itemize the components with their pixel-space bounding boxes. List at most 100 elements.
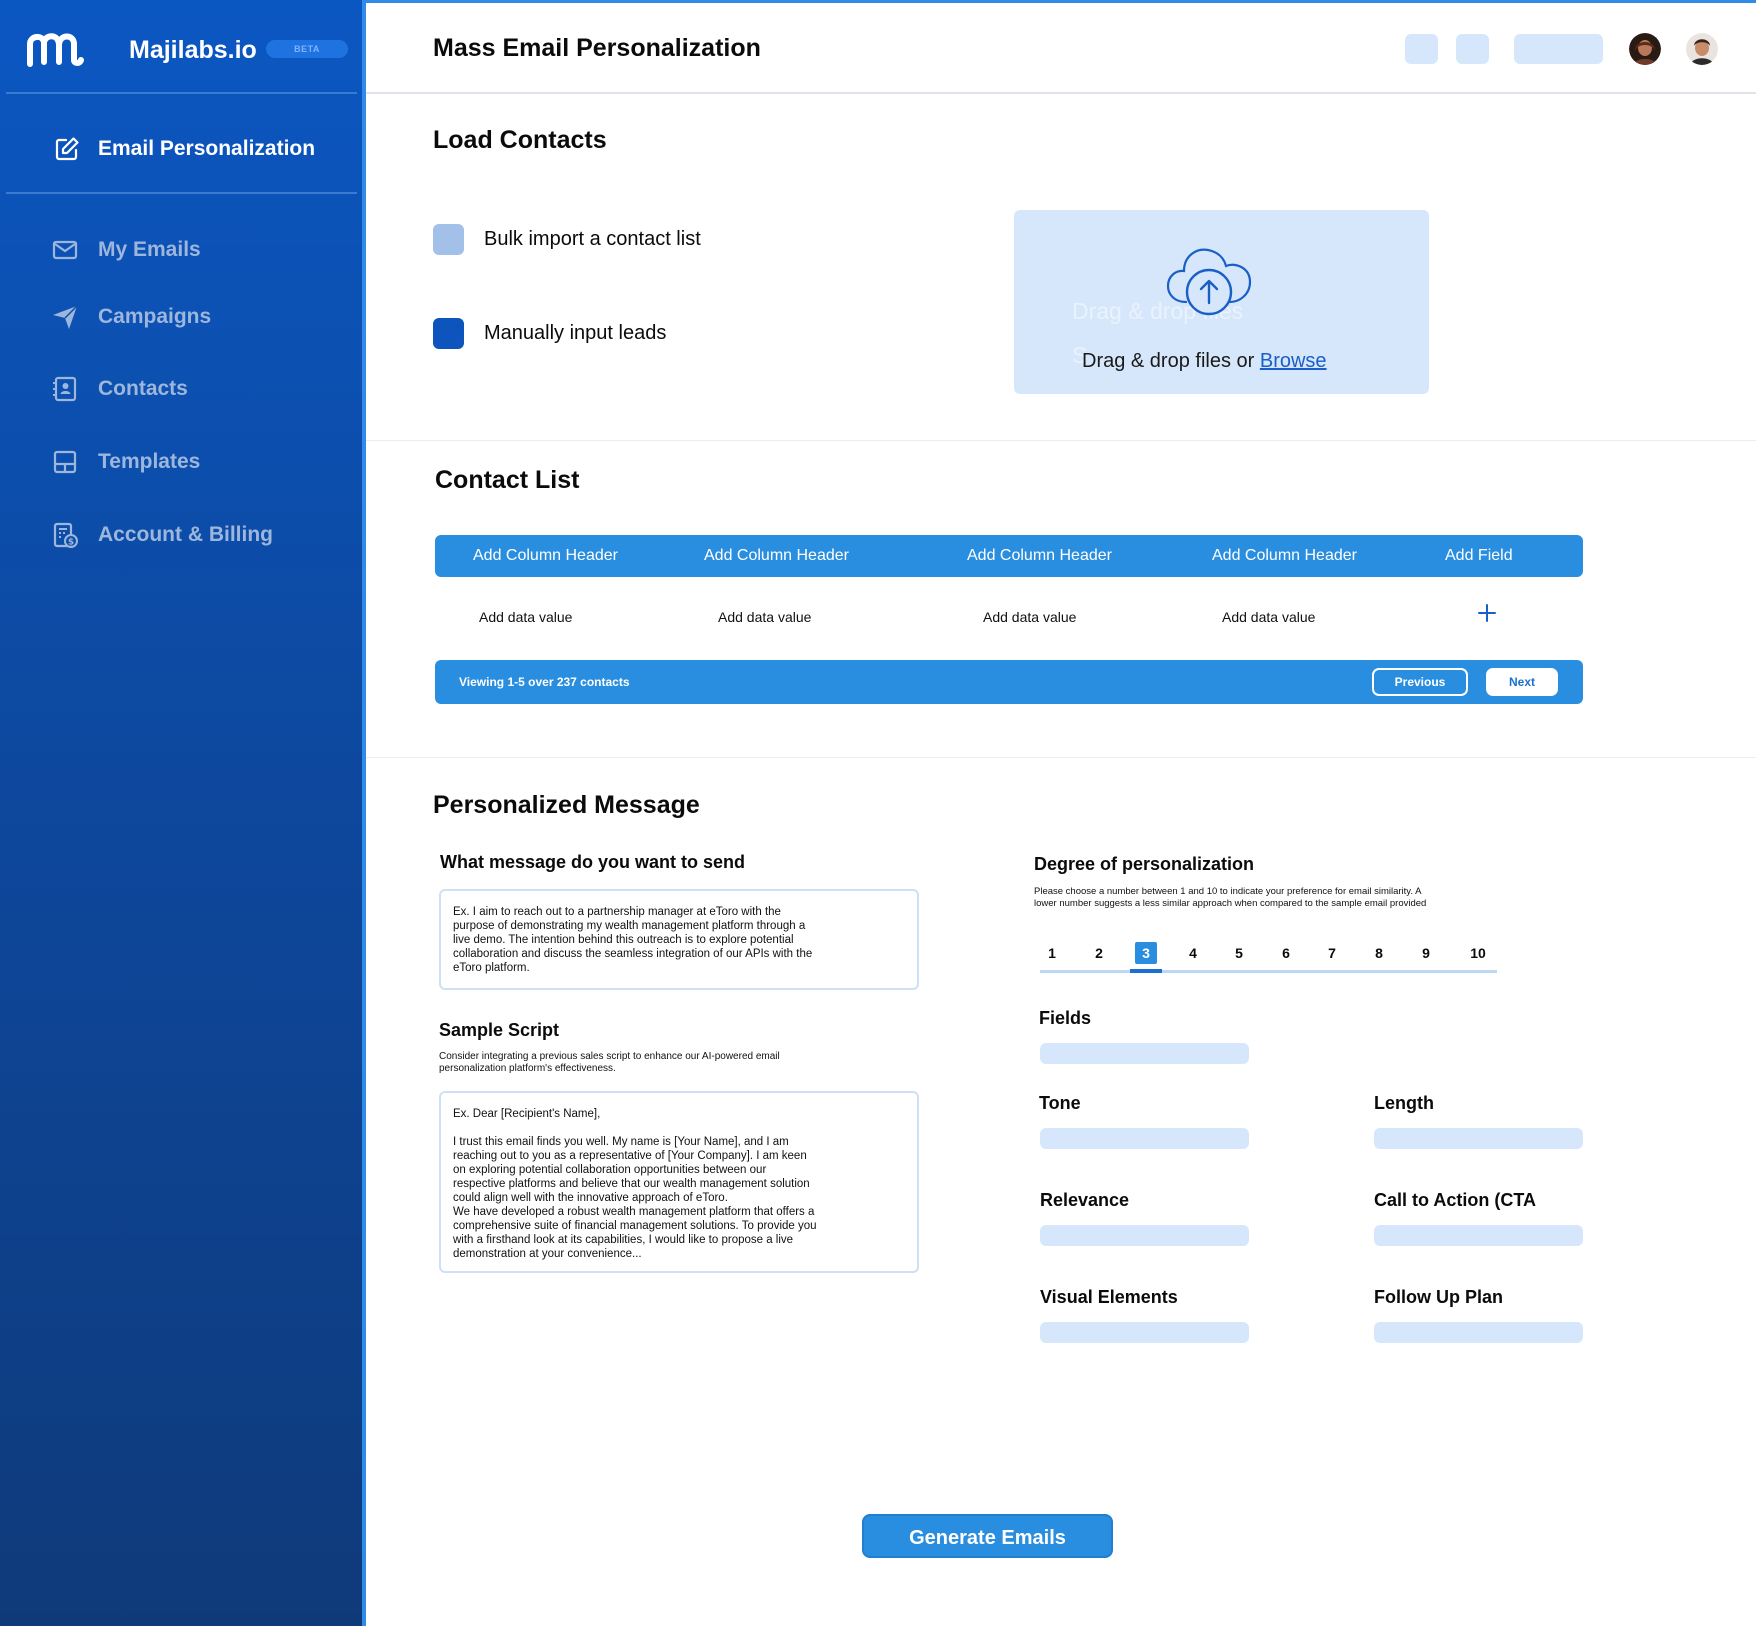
sidebar-divider	[6, 192, 357, 194]
option-checkbox[interactable]	[433, 318, 464, 349]
cloud-upload-icon	[1166, 248, 1252, 316]
relevance-select[interactable]	[1040, 1225, 1249, 1246]
column-header[interactable]: Add Column Header	[1212, 535, 1357, 577]
sidebar-item-account-billing[interactable]: $ Account & Billing	[52, 518, 273, 552]
column-header[interactable]: Add Column Header	[704, 535, 849, 577]
scale-option-3-selected[interactable]: 3	[1135, 942, 1157, 964]
table-cell[interactable]: Add data value	[983, 609, 1076, 625]
sample-script-textarea[interactable]: Ex. Dear [Recipient's Name], I trust thi…	[439, 1091, 919, 1273]
personalization-hint: Please choose a number between 1 and 10 …	[1034, 886, 1427, 909]
contact-table-header: Add Column Header Add Column Header Add …	[435, 535, 1583, 577]
tone-select[interactable]	[1040, 1128, 1249, 1149]
sidebar-item-label: Account & Billing	[98, 523, 273, 546]
sidebar-item-contacts[interactable]: Contacts	[52, 372, 188, 406]
relevance-label: Relevance	[1040, 1190, 1130, 1210]
sidebar-item-label: Templates	[98, 450, 201, 473]
section-divider	[366, 440, 1756, 441]
brand-name: Majilabs.io	[129, 36, 257, 64]
scale-option-8[interactable]: 8	[1368, 942, 1390, 964]
next-button[interactable]: Next	[1486, 668, 1558, 696]
sample-script-label: Sample Script	[439, 1020, 560, 1040]
sidebar-divider	[6, 92, 357, 94]
tone-label: Tone	[1039, 1093, 1081, 1113]
scale-option-10[interactable]: 10	[1465, 942, 1491, 964]
main-frame-border	[362, 0, 366, 1626]
personalization-degree-label: Degree of personalization	[1034, 854, 1255, 874]
cta-select[interactable]	[1374, 1225, 1583, 1246]
follow-up-plan-label: Follow Up Plan	[1374, 1287, 1503, 1307]
scale-option-7[interactable]: 7	[1321, 942, 1343, 964]
header-action-button[interactable]	[1405, 34, 1438, 64]
sidebar: Majilabs.io BETA Email Personalization M…	[0, 0, 362, 1626]
message-textarea[interactable]: Ex. I aim to reach out to a partnership …	[439, 889, 919, 990]
cta-label: Call to Action (CTA	[1374, 1190, 1536, 1210]
section-divider	[366, 757, 1756, 758]
avatar[interactable]	[1629, 33, 1661, 65]
page-title: Mass Email Personalization	[433, 34, 761, 62]
previous-button[interactable]: Previous	[1372, 668, 1468, 696]
manual-input-option[interactable]: Manually input leads	[433, 318, 666, 349]
table-cell[interactable]: Add data value	[479, 609, 572, 625]
scale-thumb[interactable]	[1130, 969, 1162, 973]
scale-track[interactable]	[1040, 970, 1497, 973]
follow-up-plan-select[interactable]	[1374, 1322, 1583, 1343]
bulk-import-option[interactable]: Bulk import a contact list	[433, 224, 701, 255]
contact-book-icon	[53, 376, 77, 402]
add-row-plus-icon[interactable]	[1476, 602, 1498, 624]
load-contacts-title: Load Contacts	[433, 126, 607, 154]
column-header[interactable]: Add Column Header	[473, 535, 618, 577]
svg-text:$: $	[68, 538, 74, 548]
browse-link[interactable]: Browse	[1260, 350, 1327, 372]
sidebar-item-campaigns[interactable]: Campaigns	[52, 300, 211, 334]
sidebar-item-label: Email Personalization	[98, 137, 316, 160]
option-label: Manually input leads	[484, 322, 667, 344]
scale-option-4[interactable]: 4	[1182, 942, 1204, 964]
scale-option-2[interactable]: 2	[1088, 942, 1110, 964]
beta-badge: BETA	[266, 40, 348, 58]
visual-elements-select[interactable]	[1040, 1322, 1249, 1343]
sidebar-item-templates[interactable]: Templates	[52, 445, 200, 479]
dropzone-text: Drag & drop files or Browse	[1082, 350, 1327, 373]
sidebar-item-my-emails[interactable]: My Emails	[52, 233, 201, 267]
mail-icon	[52, 240, 78, 260]
column-header[interactable]: Add Column Header	[967, 535, 1112, 577]
header-action-button[interactable]	[1456, 34, 1489, 64]
avatar[interactable]	[1686, 33, 1718, 65]
fields-select[interactable]	[1040, 1043, 1249, 1064]
header-wide-button[interactable]	[1514, 34, 1603, 64]
length-select[interactable]	[1374, 1128, 1583, 1149]
option-label: Bulk import a contact list	[484, 228, 701, 250]
length-label: Length	[1374, 1093, 1434, 1113]
billing-icon: $	[53, 522, 78, 548]
majilabs-logo-icon	[27, 33, 84, 67]
file-dropzone[interactable]: Drag & drop files S Drag & drop files or…	[1014, 210, 1429, 394]
table-cell[interactable]: Add data value	[1222, 609, 1315, 625]
scale-option-9[interactable]: 9	[1415, 942, 1437, 964]
avatar-man-icon	[1686, 33, 1718, 65]
sidebar-item-email-personalization[interactable]: Email Personalization	[54, 130, 315, 168]
dropzone-instruction: Drag & drop files or	[1082, 350, 1260, 372]
scale-option-5[interactable]: 5	[1228, 942, 1250, 964]
contact-list-title: Contact List	[435, 466, 580, 494]
scale-option-1[interactable]: 1	[1041, 942, 1063, 964]
sample-script-hint: Consider integrating a previous sales sc…	[439, 1051, 780, 1074]
sidebar-item-label: Contacts	[98, 377, 188, 400]
brand[interactable]: Majilabs.io BETA	[26, 26, 348, 72]
avatar-woman-icon	[1629, 33, 1661, 65]
pagination-status: Viewing 1-5 over 237 contacts	[459, 675, 630, 689]
option-checkbox[interactable]	[433, 224, 464, 255]
fields-label: Fields	[1039, 1008, 1092, 1028]
generate-emails-button[interactable]: Generate Emails	[862, 1514, 1113, 1558]
table-cell[interactable]: Add data value	[718, 609, 811, 625]
sidebar-item-label: Campaigns	[98, 305, 212, 328]
template-icon	[53, 450, 77, 474]
add-field-header[interactable]: Add Field	[1445, 535, 1513, 577]
message-question-label: What message do you want to send	[440, 852, 746, 872]
personalized-message-title: Personalized Message	[433, 791, 700, 819]
scale-option-6[interactable]: 6	[1275, 942, 1297, 964]
header-divider	[366, 92, 1756, 94]
main-frame-border	[362, 0, 1756, 3]
edit-icon	[55, 137, 79, 161]
table-pagination: Viewing 1-5 over 237 contacts Previous N…	[435, 660, 1583, 704]
visual-elements-label: Visual Elements	[1040, 1287, 1178, 1307]
